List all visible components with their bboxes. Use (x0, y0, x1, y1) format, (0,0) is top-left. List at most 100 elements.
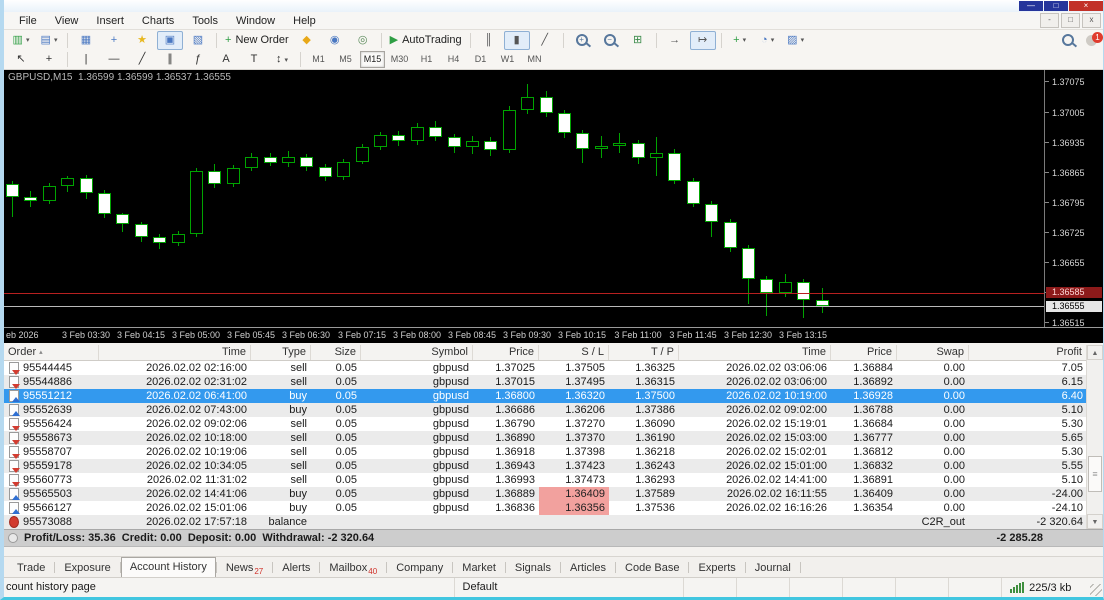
column-header-time[interactable]: Time (99, 345, 251, 360)
timeframe-h1[interactable]: H1 (414, 51, 439, 68)
table-row[interactable]: 955661272026.02.02 15:01:06buy0.05gbpusd… (4, 501, 1087, 515)
table-row[interactable]: 955564242026.02.02 09:02:06sell0.05gbpus… (4, 417, 1087, 431)
notifications-icon[interactable]: 1 (1086, 35, 1097, 46)
profile-selector[interactable]: Default (455, 578, 685, 597)
tile-windows-button[interactable]: ⊞ (625, 31, 651, 50)
table-row[interactable]: 955586732026.02.02 10:18:00sell0.05gbpus… (4, 431, 1087, 445)
cursor-tool[interactable]: ↖ (8, 50, 34, 69)
channel-tool[interactable]: ∥ (157, 50, 183, 69)
menu-help[interactable]: Help (284, 13, 325, 29)
market-watch-button[interactable]: ▦ (73, 31, 99, 50)
timeframe-m30[interactable]: M30 (387, 51, 412, 68)
new-chart-button[interactable]: ▥▾ (8, 31, 34, 50)
text-tool[interactable]: A (213, 50, 239, 69)
timeframe-mn[interactable]: MN (522, 51, 547, 68)
fibonacci-tool[interactable]: ƒ (185, 50, 211, 69)
zoom-out-button[interactable]: − (597, 31, 623, 50)
periods-button[interactable]: ◔▾ (755, 31, 781, 50)
community-button[interactable]: ◉ (322, 31, 348, 50)
window-close-button[interactable]: × (1069, 1, 1103, 11)
scrollbar-thumb[interactable] (1088, 456, 1102, 492)
trendline-tool[interactable]: ╱ (129, 50, 155, 69)
metaeditor-button[interactable]: ◆ (294, 31, 320, 50)
table-scrollbar[interactable]: ▲ ▼ (1086, 345, 1103, 529)
table-row[interactable]: 955448862026.02.02 02:31:02sell0.05gbpus… (4, 375, 1087, 389)
tab-articles[interactable]: Articles (561, 559, 615, 577)
table-row[interactable]: 955607732026.02.02 11:31:02sell0.05gbpus… (4, 473, 1087, 487)
strategy-tester-button[interactable]: ▧ (185, 31, 211, 50)
candlestick-chart-type-button[interactable]: ▮ (504, 31, 530, 50)
table-row[interactable]: 955591782026.02.02 10:34:05sell0.05gbpus… (4, 459, 1087, 473)
menu-file[interactable]: File (10, 13, 46, 29)
timeframe-d1[interactable]: D1 (468, 51, 493, 68)
column-header-order[interactable]: Order▴ (4, 345, 99, 360)
tab-company[interactable]: Company (387, 559, 452, 577)
scroll-down-icon[interactable]: ▼ (1087, 514, 1103, 529)
templates-button[interactable]: ▨▾ (783, 31, 809, 50)
vertical-line-tool[interactable]: | (73, 50, 99, 69)
horizontal-line-tool[interactable]: — (101, 50, 127, 69)
tab-mailbox[interactable]: Mailbox40 (320, 559, 386, 577)
scroll-up-icon[interactable]: ▲ (1087, 345, 1103, 360)
table-row[interactable]: 955526392026.02.02 07:43:00buy0.05gbpusd… (4, 403, 1087, 417)
terminal-button[interactable]: ▣ (157, 31, 183, 50)
chart-plot-area[interactable]: GBPUSD,M15 1.36599 1.36599 1.36537 1.365… (4, 70, 1045, 328)
menu-tools[interactable]: Tools (183, 13, 227, 29)
new-order-button[interactable]: +New Order (222, 31, 292, 50)
auto-scroll-button[interactable]: → (662, 31, 688, 50)
tab-alerts[interactable]: Alerts (273, 559, 319, 577)
timeframe-m15[interactable]: M15 (360, 51, 385, 68)
zoom-in-button[interactable]: + (569, 31, 595, 50)
chart-close-button[interactable]: x (1082, 13, 1101, 28)
indicators-button[interactable]: +▾ (727, 31, 753, 50)
column-header-cprice[interactable]: Price (831, 345, 897, 360)
table-row[interactable]: 955587072026.02.02 10:19:06sell0.05gbpus… (4, 445, 1087, 459)
tab-signals[interactable]: Signals (506, 559, 560, 577)
tab-code-base[interactable]: Code Base (616, 559, 688, 577)
column-header-ctime[interactable]: Time (679, 345, 831, 360)
column-header-profit[interactable]: Profit (969, 345, 1087, 360)
search-icon[interactable] (1062, 34, 1074, 46)
profiles-button[interactable]: ▤▾ (36, 31, 62, 50)
timeframe-m5[interactable]: M5 (333, 51, 358, 68)
menu-window[interactable]: Window (227, 13, 284, 29)
table-row[interactable]: 955444452026.02.02 02:16:00sell0.05gbpus… (4, 361, 1087, 375)
bar-chart-type-button[interactable]: ║ (476, 31, 502, 50)
menu-charts[interactable]: Charts (133, 13, 183, 29)
tab-trade[interactable]: Trade (8, 559, 54, 577)
column-header-symbol[interactable]: Symbol (361, 345, 473, 360)
tab-market[interactable]: Market (453, 559, 505, 577)
tab-news[interactable]: News27 (217, 559, 272, 577)
tab-journal[interactable]: Journal (746, 559, 800, 577)
label-tool[interactable]: T (241, 50, 267, 69)
tab-account-history[interactable]: Account History (121, 557, 216, 577)
column-header-type[interactable]: Type (251, 345, 311, 360)
chart-shift-button[interactable]: ↦ (690, 31, 716, 50)
column-header-swap[interactable]: Swap (897, 345, 969, 360)
chart-minimize-button[interactable]: - (1040, 13, 1059, 28)
timeframe-w1[interactable]: W1 (495, 51, 520, 68)
arrows-tool[interactable]: ↕▾ (269, 50, 295, 69)
chart-restore-button[interactable]: □ (1061, 13, 1080, 28)
column-header-tp[interactable]: T / P (609, 345, 679, 360)
column-header-sl[interactable]: S / L (539, 345, 609, 360)
window-minimize-button[interactable]: — (1019, 1, 1043, 11)
menu-insert[interactable]: Insert (87, 13, 133, 29)
webterminal-button[interactable]: ◎ (350, 31, 376, 50)
column-header-size[interactable]: Size (311, 345, 361, 360)
line-chart-type-button[interactable]: ╱ (532, 31, 558, 50)
table-row[interactable]: 955655032026.02.02 14:41:06buy0.05gbpusd… (4, 487, 1087, 501)
column-header-price[interactable]: Price (473, 345, 539, 360)
menu-view[interactable]: View (46, 13, 88, 29)
tab-exposure[interactable]: Exposure (55, 559, 119, 577)
resize-grip[interactable] (1088, 578, 1103, 597)
table-row[interactable]: 955512122026.02.02 06:41:00buy0.05gbpusd… (4, 389, 1087, 403)
tab-experts[interactable]: Experts (689, 559, 744, 577)
table-row[interactable]: 955730882026.02.02 17:57:18balanceC2R_ou… (4, 515, 1087, 529)
timeframe-h4[interactable]: H4 (441, 51, 466, 68)
autotrading-button[interactable]: ▶AutoTrading (387, 31, 465, 50)
crosshair-tool[interactable]: + (36, 50, 62, 69)
timeframe-m1[interactable]: M1 (306, 51, 331, 68)
navigator-button[interactable]: ★ (129, 31, 155, 50)
data-window-button[interactable]: + (101, 31, 127, 50)
